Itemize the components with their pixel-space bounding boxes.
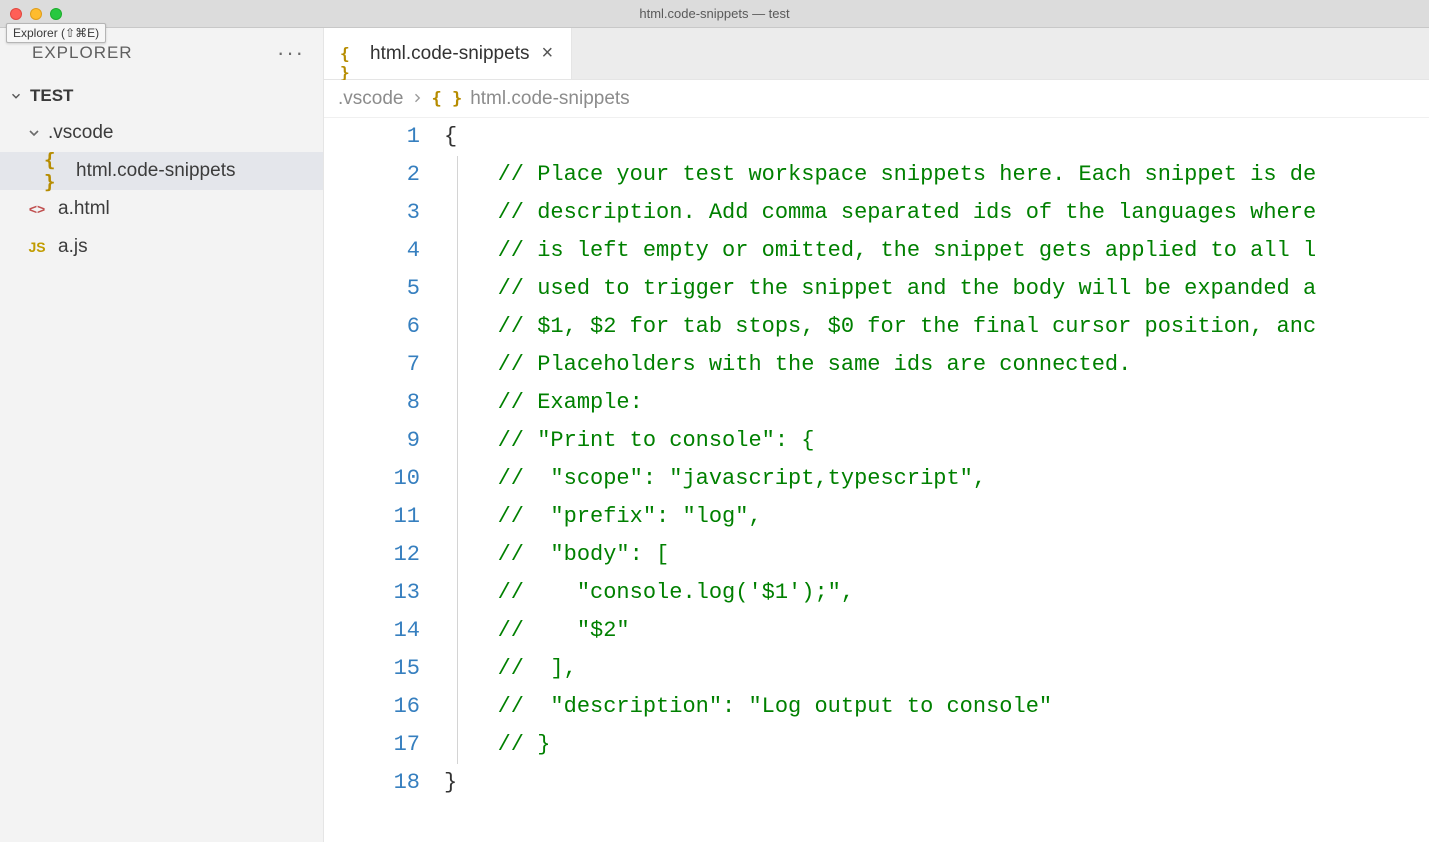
code-line[interactable]: // "description": "Log output to console… xyxy=(444,688,1429,726)
braces-icon: { } xyxy=(431,89,462,109)
code-line[interactable]: // $1, $2 for tab stops, $0 for the fina… xyxy=(444,308,1429,346)
line-number: 12 xyxy=(324,536,420,574)
chevron-right-icon xyxy=(411,88,423,110)
code-line[interactable]: // Placeholders with the same ids are co… xyxy=(444,346,1429,384)
line-number: 13 xyxy=(324,574,420,612)
code-line[interactable]: // "scope": "javascript,typescript", xyxy=(444,460,1429,498)
code-line[interactable]: } xyxy=(444,764,1429,802)
code-editor[interactable]: 123456789101112131415161718 { // Place y… xyxy=(324,118,1429,842)
workspace-section-header[interactable]: TEST xyxy=(0,78,323,114)
breadcrumb-file[interactable]: html.code-snippets xyxy=(470,88,629,110)
tree-item-label: html.code-snippets xyxy=(76,160,235,182)
window-minimize-button[interactable] xyxy=(30,8,42,20)
code-line[interactable]: // "Print to console": { xyxy=(444,422,1429,460)
titlebar: html.code-snippets — test xyxy=(0,0,1429,28)
code-line[interactable]: // used to trigger the snippet and the b… xyxy=(444,270,1429,308)
code-line[interactable]: // is left empty or omitted, the snippet… xyxy=(444,232,1429,270)
editor-group: { } html.code-snippets × .vscode { } htm… xyxy=(324,28,1429,842)
line-number: 14 xyxy=(324,612,420,650)
window-title: html.code-snippets — test xyxy=(639,6,789,21)
js-file-icon: JS xyxy=(26,236,48,258)
line-number: 16 xyxy=(324,688,420,726)
code-area[interactable]: { // Place your test workspace snippets … xyxy=(444,118,1429,842)
workspace-name: TEST xyxy=(30,86,73,106)
traffic-lights xyxy=(10,8,62,20)
chevron-down-icon xyxy=(8,88,24,104)
code-line[interactable]: // "$2" xyxy=(444,612,1429,650)
code-line[interactable]: // ], xyxy=(444,650,1429,688)
code-line[interactable]: // } xyxy=(444,726,1429,764)
code-line[interactable]: // "console.log('$1');", xyxy=(444,574,1429,612)
code-line[interactable]: // Example: xyxy=(444,384,1429,422)
line-number: 2 xyxy=(324,156,420,194)
sidebar-title: EXPLORER xyxy=(32,43,133,63)
breadcrumbs[interactable]: .vscode { } html.code-snippets xyxy=(324,80,1429,118)
line-number: 17 xyxy=(324,726,420,764)
file-tree: .vscode { } html.code-snippets <> a.html… xyxy=(0,114,323,266)
code-line[interactable]: // description. Add comma separated ids … xyxy=(444,194,1429,232)
tab-label: html.code-snippets xyxy=(370,43,529,65)
line-number: 1 xyxy=(324,118,420,156)
line-number: 8 xyxy=(324,384,420,422)
code-line[interactable]: { xyxy=(444,118,1429,156)
line-number: 15 xyxy=(324,650,420,688)
explorer-sidebar: EXPLORER ··· TEST .vscode { } html.code-… xyxy=(0,28,324,842)
tree-item-label: .vscode xyxy=(48,122,113,144)
line-number: 18 xyxy=(324,764,420,802)
line-number: 7 xyxy=(324,346,420,384)
more-actions-icon[interactable]: ··· xyxy=(277,40,305,66)
explorer-tooltip: Explorer (⇧⌘E) xyxy=(6,23,106,43)
line-number-gutter: 123456789101112131415161718 xyxy=(324,118,444,842)
line-number: 10 xyxy=(324,460,420,498)
braces-icon: { } xyxy=(340,44,360,64)
chevron-down-icon xyxy=(26,125,42,141)
tree-item-label: a.js xyxy=(58,236,88,258)
tree-file-ajs[interactable]: JS a.js xyxy=(0,228,323,266)
tree-file-snippets[interactable]: { } html.code-snippets xyxy=(0,152,323,190)
line-number: 4 xyxy=(324,232,420,270)
line-number: 6 xyxy=(324,308,420,346)
line-number: 9 xyxy=(324,422,420,460)
editor-tabs: { } html.code-snippets × xyxy=(324,28,1429,80)
tree-item-label: a.html xyxy=(58,198,110,220)
tab-html-code-snippets[interactable]: { } html.code-snippets × xyxy=(324,28,572,79)
line-number: 3 xyxy=(324,194,420,232)
breadcrumb-folder[interactable]: .vscode xyxy=(338,88,403,110)
window-zoom-button[interactable] xyxy=(50,8,62,20)
window-close-button[interactable] xyxy=(10,8,22,20)
tree-file-ahtml[interactable]: <> a.html xyxy=(0,190,323,228)
code-line[interactable]: // "prefix": "log", xyxy=(444,498,1429,536)
code-line[interactable]: // "body": [ xyxy=(444,536,1429,574)
line-number: 11 xyxy=(324,498,420,536)
tree-folder-vscode[interactable]: .vscode xyxy=(0,114,323,152)
line-number: 5 xyxy=(324,270,420,308)
html-file-icon: <> xyxy=(26,198,48,220)
code-line[interactable]: // Place your test workspace snippets he… xyxy=(444,156,1429,194)
braces-icon: { } xyxy=(44,160,66,182)
close-icon[interactable]: × xyxy=(539,42,555,65)
